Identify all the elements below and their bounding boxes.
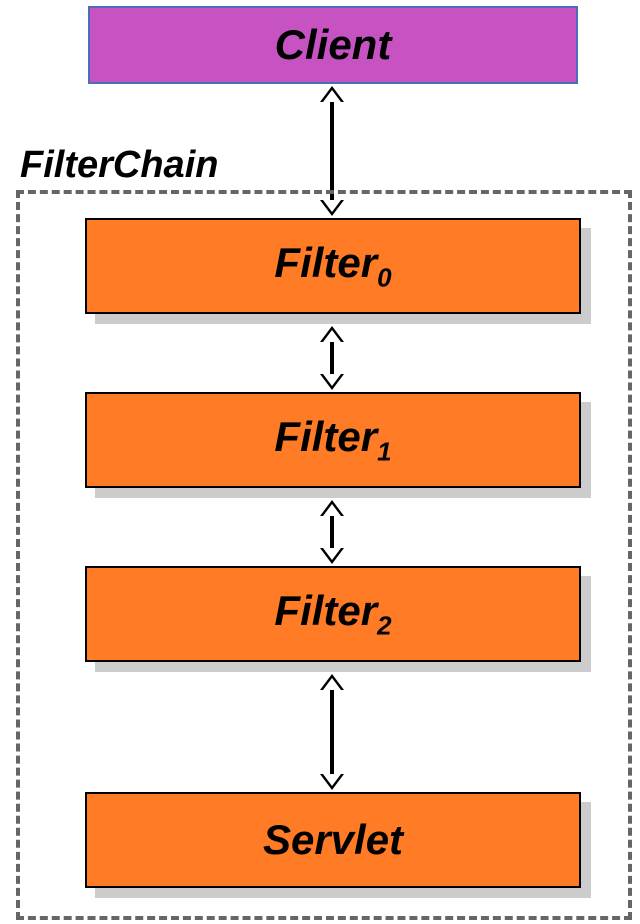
filter2-inner: Filter2 [85,566,581,662]
filter2-label: Filter2 [274,587,391,641]
servlet-label: Servlet [263,816,403,864]
filter1-sub: 1 [377,436,391,466]
arrow-filter0-filter1 [330,340,334,376]
filter2-sub: 2 [377,610,391,640]
filter0-sub: 0 [377,262,391,292]
filter0-inner: Filter0 [85,218,581,314]
servlet-box: Servlet [85,792,581,888]
filter2-name: Filter [274,587,377,634]
client-label: Client [275,21,392,69]
filter0-name: Filter [274,239,377,286]
filterchain-diagram: Client FilterChain Filter0 Filter1 Filte… [0,0,640,924]
filter1-name: Filter [274,413,377,460]
filter1-label: Filter1 [274,413,391,467]
filter1-box: Filter1 [85,392,581,488]
arrow-filter1-filter2 [330,514,334,550]
filter1-inner: Filter1 [85,392,581,488]
filter0-label: Filter0 [274,239,391,293]
servlet-inner: Servlet [85,792,581,888]
filter0-box: Filter0 [85,218,581,314]
filter2-box: Filter2 [85,566,581,662]
client-box: Client [88,6,578,84]
arrow-client-filter0 [330,100,334,202]
arrow-filter2-servlet [330,688,334,776]
filterchain-label: FilterChain [16,144,222,187]
